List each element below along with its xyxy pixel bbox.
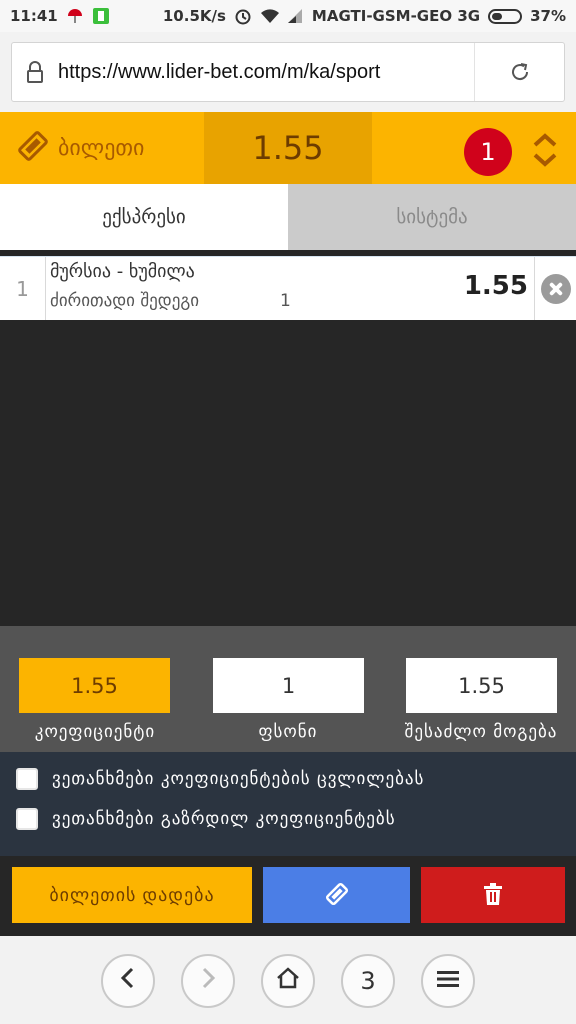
alarm-icon (234, 7, 252, 25)
coefficient-label: კოეფიციენტი (34, 722, 156, 742)
bet-list-empty-area (0, 320, 576, 626)
ticket-icon (16, 129, 50, 167)
home-icon (275, 966, 301, 996)
ticket-edit-icon (324, 881, 350, 910)
coefficient-value: 1.55 (19, 658, 170, 713)
expand-collapse-icon[interactable] (530, 130, 560, 170)
close-circle-icon (540, 274, 571, 304)
menu-button[interactable] (421, 954, 475, 1008)
selection-count-badge: 1 (464, 128, 512, 176)
battery-percent: 37% (530, 7, 566, 25)
place-bet-button[interactable]: ბილეთის დადება (12, 867, 252, 923)
wifi-icon (260, 7, 279, 25)
bet-index: 1 (0, 257, 46, 321)
edit-ticket-button[interactable] (263, 867, 410, 923)
option-label: ვეთანხმები გაზრდილ კოეფიციენტებს (52, 809, 396, 829)
chevron-right-icon (198, 966, 218, 996)
accept-increased-odds-checkbox[interactable] (16, 808, 38, 830)
reload-icon[interactable] (474, 43, 564, 101)
accept-odds-change-checkbox[interactable] (16, 768, 38, 790)
url-text[interactable]: https://www.lider-bet.com/m/ka/sport (58, 61, 474, 84)
total-odds: 1.55 (204, 112, 372, 184)
network-speed: 10.5K/s (162, 7, 226, 25)
bet-row: 1 მურსია - ხუმილა ძირითადი შედეგი 1 1.55 (0, 256, 576, 321)
ticket-title[interactable]: ბილეთი (0, 112, 204, 184)
action-bar: ბილეთის დადება (0, 856, 576, 936)
signal-icon (286, 7, 304, 25)
address-bar[interactable]: https://www.lider-bet.com/m/ka/sport (11, 42, 565, 102)
lock-icon (12, 61, 58, 83)
remove-bet-button[interactable] (534, 257, 576, 321)
hamburger-icon (436, 967, 460, 995)
stake-label: ფსონი (258, 722, 318, 742)
ticket-header[interactable]: ბილეთი 1.55 1 (0, 112, 576, 184)
browser-toolbar: https://www.lider-bet.com/m/ka/sport (0, 32, 576, 112)
battery-icon (488, 8, 523, 24)
battery-saver-icon (92, 7, 110, 25)
possible-win-label: შესაძლო მოგება (404, 722, 558, 742)
browser-nav-bar: 3 (0, 936, 576, 1024)
option-label: ვეთანხმები კოეფიციენტების ცვლილებას (52, 769, 425, 789)
umbrella-icon (66, 7, 84, 25)
chevron-left-icon (118, 966, 138, 996)
bet-market: ძირითადი შედეგი (50, 291, 200, 311)
bet-options: ვეთანხმები კოეფიციენტების ცვლილებას ვეთა… (0, 752, 576, 856)
bet-odds: 1.55 (463, 271, 528, 301)
home-button[interactable] (261, 954, 315, 1008)
stake-input[interactable]: 1 (213, 658, 364, 713)
bet-outcome: 1 (280, 291, 291, 311)
forward-button[interactable] (181, 954, 235, 1008)
option-accept-odds-change[interactable]: ვეთანხმები კოეფიციენტების ცვლილებას (16, 768, 424, 790)
bet-type-tabs: ექსპრესი სისტემა (0, 184, 576, 250)
tab-express[interactable]: ექსპრესი (0, 184, 288, 250)
delete-ticket-button[interactable] (421, 867, 565, 923)
bet-match: მურსია - ხუმილა (50, 261, 195, 282)
tabs-button[interactable]: 3 (341, 954, 395, 1008)
carrier-name: MAGTI-GSM-GEO 3G (311, 7, 481, 25)
totals-panel: 1.55 1 1.55 კოეფიციენტი ფსონი შესაძლო მო… (0, 626, 576, 752)
back-button[interactable] (101, 954, 155, 1008)
status-time: 11:41 (10, 7, 58, 25)
possible-win-value: 1.55 (406, 658, 557, 713)
tab-system[interactable]: სისტემა (288, 184, 576, 250)
ticket-label: ბილეთი (58, 135, 145, 161)
trash-icon (482, 882, 504, 909)
status-bar: 11:41 10.5K/s MAGTI-GSM-GEO 3G 37% (0, 0, 576, 32)
option-accept-increased-odds[interactable]: ვეთანხმები გაზრდილ კოეფიციენტებს (16, 808, 396, 830)
